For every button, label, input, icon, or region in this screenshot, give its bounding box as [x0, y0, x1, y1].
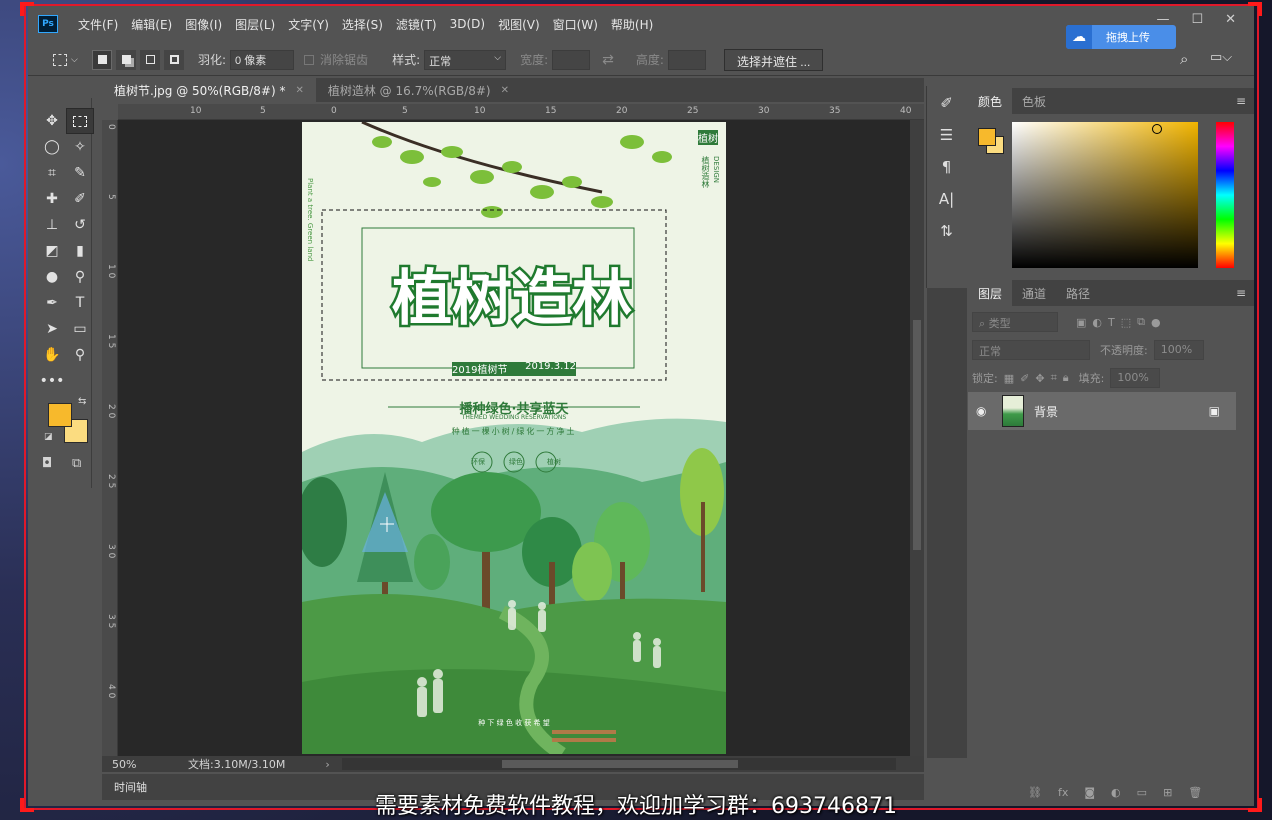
video-subtitle: 需要素材免费软件教程，欢迎加学习群：693746871: [375, 794, 897, 819]
recording-frame: [24, 4, 1259, 810]
recording-corner: [1248, 2, 1262, 16]
recording-corner: [20, 2, 34, 16]
